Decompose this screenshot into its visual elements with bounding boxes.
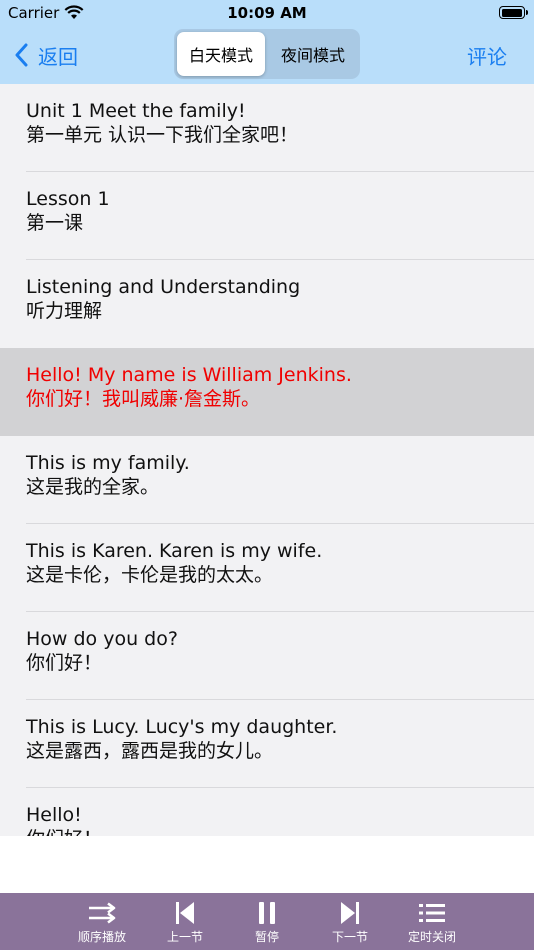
pause-label: 暂停: [254, 930, 279, 944]
chinese-text: 你们好！: [26, 652, 103, 674]
previous-track-icon: [174, 895, 196, 931]
navigation-bar: Carrier 10:09 AM 返回 白天模式 夜间模式 评论: [0, 0, 534, 84]
english-text: How do you do?: [26, 628, 178, 650]
sentence-row[interactable]: Listening and Understanding 听力理解: [0, 260, 534, 348]
english-text: This is my family.: [26, 452, 190, 474]
player-toolbar: 顺序播放 上一节 暂停 下一节 定时关闭: [0, 893, 534, 950]
back-label: 返回: [38, 44, 78, 69]
sentence-row[interactable]: This is Karen. Karen is my wife. 这是卡伦，卡伦是…: [0, 524, 534, 612]
night-mode-tab[interactable]: 夜间模式: [269, 32, 357, 76]
sentence-row[interactable]: Lesson 1 第一课: [0, 172, 534, 260]
english-text: Listening and Understanding: [26, 276, 301, 298]
timer-list-icon: [418, 895, 446, 931]
english-text: Unit 1 Meet the family!: [26, 100, 246, 122]
mode-segmented-control: 白天模式 夜间模式: [174, 29, 360, 79]
battery-icon: [499, 6, 528, 19]
play-order-button[interactable]: 顺序播放: [70, 893, 134, 950]
pause-button[interactable]: 暂停: [244, 893, 290, 950]
status-bar: Carrier 10:09 AM: [0, 0, 534, 28]
chevron-left-icon: [15, 43, 28, 67]
play-order-label: 顺序播放: [77, 930, 126, 944]
chinese-text: 这是我的全家。: [26, 476, 160, 498]
chinese-text: 这是露西，露西是我的女儿。: [26, 740, 274, 762]
status-time: 10:09 AM: [227, 4, 307, 22]
english-text: This is Lucy. Lucy's my daughter.: [26, 716, 338, 738]
sentence-row[interactable]: Hello!你们好！: [0, 788, 534, 836]
sentence-row[interactable]: This is Lucy. Lucy's my daughter. 这是露西，露西…: [0, 700, 534, 788]
chinese-text: 你们好！: [26, 827, 534, 836]
sentence-row-current[interactable]: Hello! My name is William Jenkins. 你们好！我叫…: [0, 348, 534, 436]
pause-icon: [257, 895, 277, 931]
timer-close-button[interactable]: 定时关闭: [400, 893, 464, 950]
day-mode-tab[interactable]: 白天模式: [177, 32, 265, 76]
back-button[interactable]: 返回: [14, 38, 78, 72]
chinese-text: 第一课: [26, 212, 84, 234]
lesson-text-list[interactable]: Unit 1 Meet the family! 第一单元 认识一下我们全家吧！ Le…: [0, 84, 534, 836]
timer-close-label: 定时关闭: [407, 930, 456, 944]
english-text: Lesson 1: [26, 188, 110, 210]
chinese-text: 听力理解: [26, 300, 103, 322]
comment-button[interactable]: 评论: [467, 38, 507, 72]
shuffle-order-icon: [87, 895, 117, 931]
english-text: This is Karen. Karen is my wife.: [26, 540, 323, 562]
next-section-label: 下一节: [331, 930, 368, 944]
previous-section-label: 上一节: [166, 930, 203, 944]
english-text: Hello! My name is William Jenkins.: [26, 364, 352, 386]
english-text: Hello!: [26, 804, 82, 826]
sentence-row[interactable]: How do you do? 你们好！: [0, 612, 534, 700]
chinese-text: 这是卡伦，卡伦是我的太太。: [26, 564, 274, 586]
sentence-row[interactable]: Unit 1 Meet the family! 第一单元 认识一下我们全家吧！: [0, 84, 534, 172]
chinese-text: 第一单元 认识一下我们全家吧！: [26, 124, 299, 146]
next-track-icon: [339, 895, 361, 931]
sentence-row[interactable]: This is my family. 这是我的全家。: [0, 436, 534, 524]
chinese-text: 你们好！我叫威廉·詹金斯。: [26, 388, 261, 410]
previous-section-button[interactable]: 上一节: [160, 893, 210, 950]
next-section-button[interactable]: 下一节: [325, 893, 375, 950]
